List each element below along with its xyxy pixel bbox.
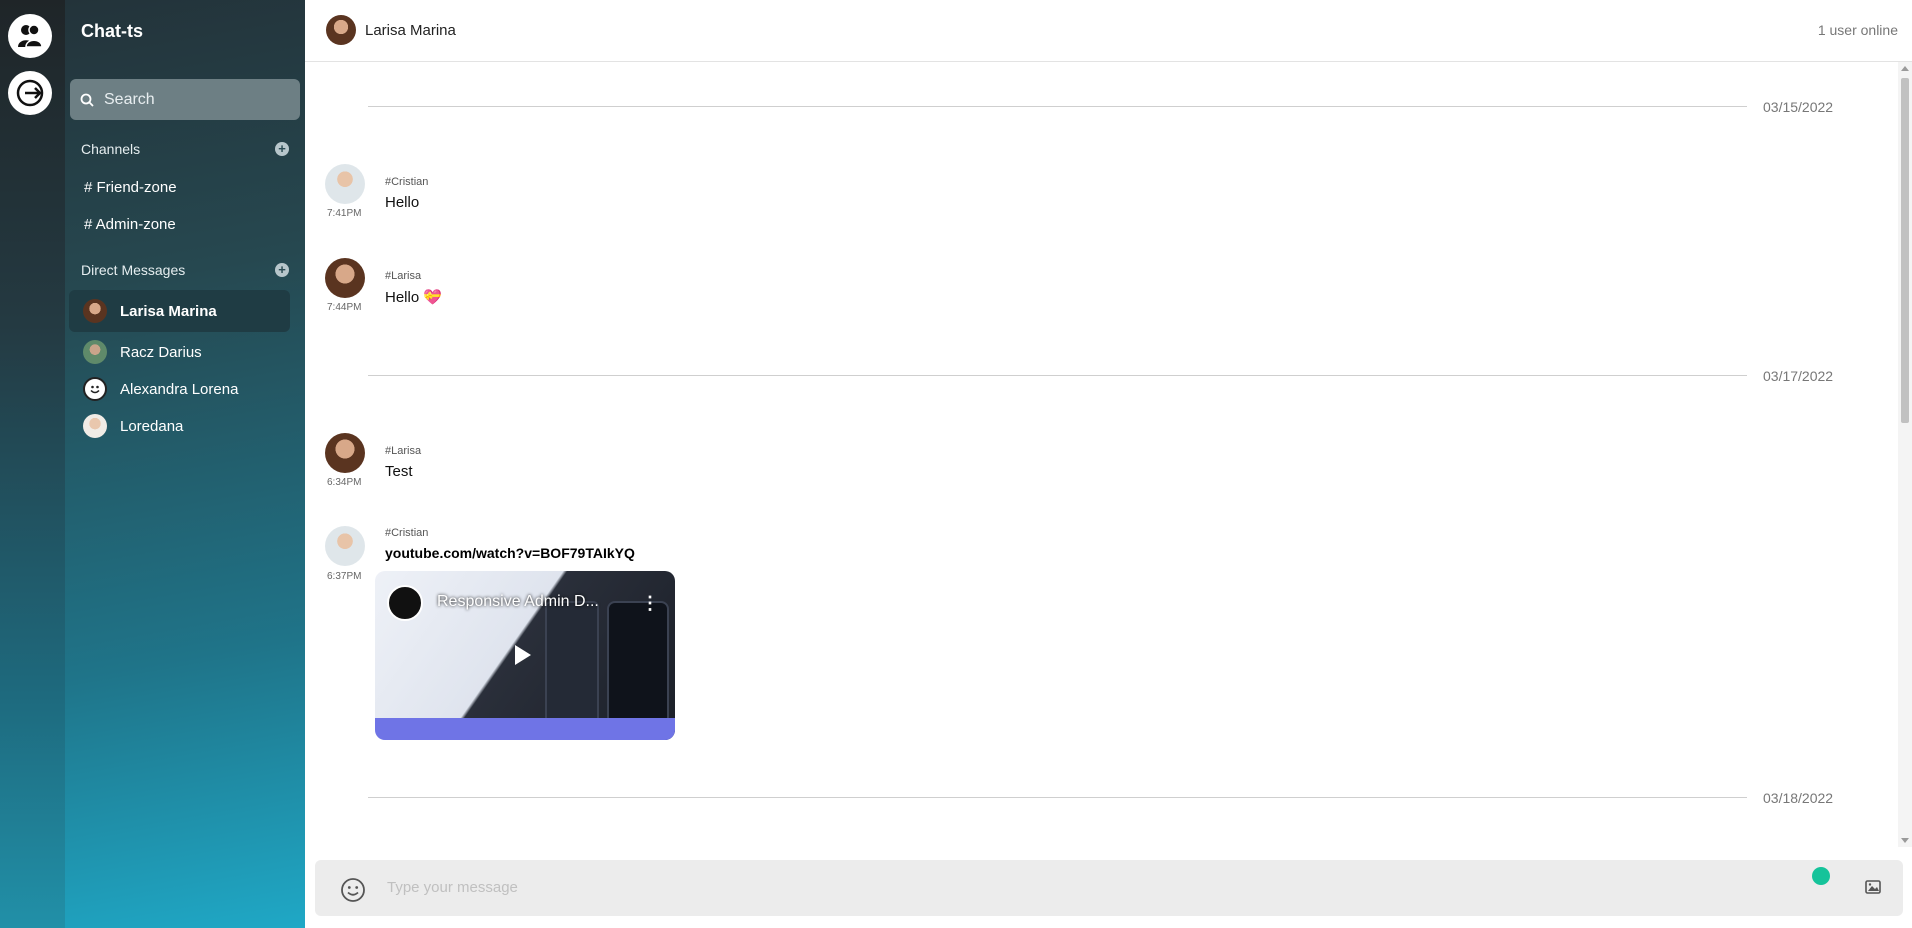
search-icon [80,93,94,107]
dm-name: Larisa Marina [120,302,217,320]
emoji-icon [341,878,365,902]
avatar [83,377,107,401]
message-text: Test [385,463,413,480]
date-label: 03/15/2022 [1763,99,1834,115]
scroll-up-arrow[interactable] [1901,66,1909,71]
channels-title: Channels [81,141,141,157]
video-embed[interactable]: Responsive Admin D... ⋮ [375,571,675,740]
play-icon[interactable] [515,645,531,665]
dm-name: Alexandra Lorena [120,380,239,398]
message-text: Hello [385,194,420,211]
avatar [326,15,356,45]
chat-header: Larisa Marina 1 user online [305,0,1912,62]
avatar [325,526,365,566]
scrollbar[interactable] [1898,62,1912,847]
channel-avatar-icon [387,585,423,621]
sidebar: Chat-ts Channels + # Friend-zone # Admin… [65,0,305,928]
chat-header-name: Larisa Marina [365,22,456,39]
direct-messages-title: Direct Messages [81,262,186,278]
search-box[interactable] [70,79,300,120]
avatar [325,164,365,204]
add-direct-message-button[interactable]: + [275,263,289,277]
left-rail [0,0,65,928]
logout-button[interactable] [8,71,52,115]
dm-item-larisa-marina[interactable]: Larisa Marina [69,290,290,332]
add-channel-button[interactable]: + [275,142,289,156]
app-title: Chat-ts [81,21,143,41]
message-user: #Cristian [385,527,429,539]
message-input[interactable] [385,878,1689,897]
dm-name: Loredana [120,417,184,435]
grammar-check-icon[interactable] [1812,867,1830,885]
avatar [325,258,365,298]
date-divider [368,375,1747,376]
video-thumbnail-phone [607,601,669,725]
message-link[interactable]: youtube.com/watch?v=BOF79TAIkYQ [385,545,635,561]
message-time: 6:34PM [327,477,362,488]
dm-item-loredana[interactable]: Loredana [69,405,290,447]
date-divider [368,797,1747,798]
date-label: 03/18/2022 [1763,790,1834,806]
smiley-icon [90,385,100,394]
dm-item-alexandra-lorena[interactable]: Alexandra Lorena [69,368,290,410]
scroll-down-arrow[interactable] [1901,838,1909,843]
message-time: 7:41PM [327,208,362,219]
video-thumbnail-bar [375,718,675,740]
message-time: 7:44PM [327,302,362,313]
chat-main: Larisa Marina 1 user online 03/15/2022 7… [305,0,1912,928]
message-user: #Larisa [385,445,422,457]
message-user: #Larisa [385,270,422,282]
attach-image-button[interactable] [1865,880,1881,899]
message-text: Hello 💝 [385,289,443,306]
avatar [83,299,107,323]
dm-item-racz-darius[interactable]: Racz Darius [69,331,290,373]
users-icon [18,24,43,48]
scroll-thumb[interactable] [1901,78,1909,423]
users-button[interactable] [8,14,52,58]
dm-name: Racz Darius [120,343,202,361]
avatar [83,340,107,364]
video-title: Responsive Admin D... [437,593,599,610]
search-input[interactable] [102,89,286,110]
channel-item[interactable]: # Friend-zone [84,179,177,196]
image-icon [1865,880,1881,894]
date-label: 03/17/2022 [1763,368,1834,384]
message-user: #Cristian [385,176,429,188]
video-thumbnail-panel [545,601,599,725]
channel-item[interactable]: # Admin-zone [84,216,176,233]
online-status: 1 user online [1817,22,1898,38]
emoji-button[interactable] [340,877,366,908]
avatar [83,414,107,438]
more-options-icon[interactable]: ⋮ [641,593,659,614]
logout-icon [16,79,44,107]
date-divider [368,106,1747,107]
avatar [325,433,365,473]
message-composer [315,860,1903,916]
message-time: 6:37PM [327,571,362,582]
